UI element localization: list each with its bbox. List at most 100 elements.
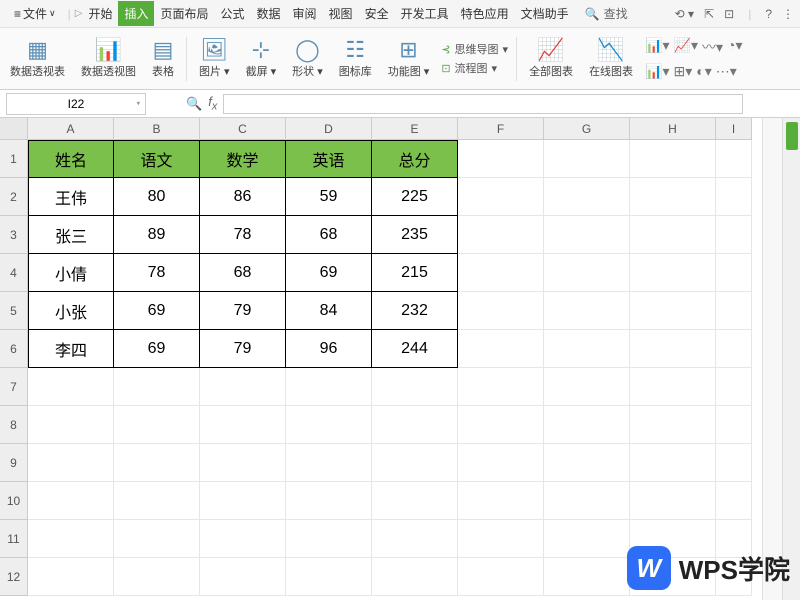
cell-F12[interactable] <box>458 558 544 596</box>
tab-安全[interactable]: 安全 <box>359 1 395 26</box>
cell-E1[interactable]: 总分 <box>372 140 458 178</box>
cell-grid[interactable]: 姓名语文数学英语总分王伟808659225张三897868235小倩786869… <box>28 140 752 596</box>
cell-A6[interactable]: 李四 <box>28 330 114 368</box>
picture-button[interactable]: 🖼图片 ▾ <box>195 37 234 81</box>
cell-I7[interactable] <box>716 368 752 406</box>
col-header-G[interactable]: G <box>544 118 630 140</box>
mini-chart-6-icon[interactable]: ⊞▾ <box>674 63 693 80</box>
col-header-H[interactable]: H <box>630 118 716 140</box>
table-button[interactable]: ▤表格 <box>148 37 178 81</box>
tab-开发工具[interactable]: 开发工具 <box>395 1 455 26</box>
shape-button[interactable]: ◯形状 ▾ <box>288 37 327 81</box>
tab-页面布局[interactable]: 页面布局 <box>154 1 214 26</box>
cell-D11[interactable] <box>286 520 372 558</box>
cell-F11[interactable] <box>458 520 544 558</box>
cell-H2[interactable] <box>630 178 716 216</box>
cell-I5[interactable] <box>716 292 752 330</box>
cell-I2[interactable] <box>716 178 752 216</box>
cell-A7[interactable] <box>28 368 114 406</box>
iconlib-button[interactable]: ☷图标库 <box>335 37 376 81</box>
row-header-11[interactable]: 11 <box>0 520 28 558</box>
cell-I10[interactable] <box>716 482 752 520</box>
cell-A8[interactable] <box>28 406 114 444</box>
cell-I1[interactable] <box>716 140 752 178</box>
cell-G8[interactable] <box>544 406 630 444</box>
cell-G9[interactable] <box>544 444 630 482</box>
cell-C5[interactable]: 79 <box>200 292 286 330</box>
cell-D7[interactable] <box>286 368 372 406</box>
cell-H8[interactable] <box>630 406 716 444</box>
tab-插入[interactable]: 插入 <box>118 1 154 26</box>
cell-G1[interactable] <box>544 140 630 178</box>
cell-B4[interactable]: 78 <box>114 254 200 292</box>
search-box[interactable]: 🔍查找 <box>585 5 628 22</box>
cell-C2[interactable]: 86 <box>200 178 286 216</box>
col-header-B[interactable]: B <box>114 118 200 140</box>
tab-视图[interactable]: 视图 <box>323 1 359 26</box>
cell-A5[interactable]: 小张 <box>28 292 114 330</box>
cell-E7[interactable] <box>372 368 458 406</box>
select-all-corner[interactable] <box>0 118 28 140</box>
all-charts-button[interactable]: 📈全部图表 <box>525 37 577 81</box>
cell-E5[interactable]: 232 <box>372 292 458 330</box>
cell-H10[interactable] <box>630 482 716 520</box>
cell-G3[interactable] <box>544 216 630 254</box>
cell-H5[interactable] <box>630 292 716 330</box>
cell-B2[interactable]: 80 <box>114 178 200 216</box>
tab-公式[interactable]: 公式 <box>215 1 251 26</box>
cell-A3[interactable]: 张三 <box>28 216 114 254</box>
cell-F2[interactable] <box>458 178 544 216</box>
cell-C3[interactable]: 78 <box>200 216 286 254</box>
cell-H7[interactable] <box>630 368 716 406</box>
function-chart-button[interactable]: ⊞功能图 ▾ <box>384 37 434 81</box>
col-header-A[interactable]: A <box>28 118 114 140</box>
zoom-formula-icon[interactable]: 🔍 <box>186 96 202 112</box>
col-header-D[interactable]: D <box>286 118 372 140</box>
cell-I6[interactable] <box>716 330 752 368</box>
cell-B11[interactable] <box>114 520 200 558</box>
cell-C9[interactable] <box>200 444 286 482</box>
cell-H3[interactable] <box>630 216 716 254</box>
formula-input[interactable] <box>223 94 743 114</box>
file-menu[interactable]: ≡ 文件 ∨ <box>6 3 64 24</box>
cell-C8[interactable] <box>200 406 286 444</box>
tab-文档助手[interactable]: 文档助手 <box>515 1 575 26</box>
cell-H4[interactable] <box>630 254 716 292</box>
cell-F7[interactable] <box>458 368 544 406</box>
row-header-12[interactable]: 12 <box>0 558 28 596</box>
col-header-F[interactable]: F <box>458 118 544 140</box>
row-header-4[interactable]: 4 <box>0 254 28 292</box>
row-header-1[interactable]: 1 <box>0 140 28 178</box>
cell-C10[interactable] <box>200 482 286 520</box>
cell-H1[interactable] <box>630 140 716 178</box>
row-header-3[interactable]: 3 <box>0 216 28 254</box>
name-box[interactable]: I22 <box>6 93 146 115</box>
pivot-chart-button[interactable]: 📊数据透视图 <box>77 37 140 81</box>
tab-开始[interactable]: 开始 <box>82 1 118 26</box>
cell-A9[interactable] <box>28 444 114 482</box>
cell-B1[interactable]: 语文 <box>114 140 200 178</box>
cell-C1[interactable]: 数学 <box>200 140 286 178</box>
cell-E6[interactable]: 244 <box>372 330 458 368</box>
row-header-8[interactable]: 8 <box>0 406 28 444</box>
cell-I3[interactable] <box>716 216 752 254</box>
cell-D5[interactable]: 84 <box>286 292 372 330</box>
mini-chart-5-icon[interactable]: 📊▾ <box>645 63 669 80</box>
cell-B8[interactable] <box>114 406 200 444</box>
cell-E9[interactable] <box>372 444 458 482</box>
row-header-10[interactable]: 10 <box>0 482 28 520</box>
cell-B6[interactable]: 69 <box>114 330 200 368</box>
mindmap-button[interactable]: ⊰ 思维导图 ▾ <box>441 41 508 57</box>
cell-C4[interactable]: 68 <box>200 254 286 292</box>
cell-F5[interactable] <box>458 292 544 330</box>
cell-A10[interactable] <box>28 482 114 520</box>
mini-chart-4-icon[interactable]: ◔▾ <box>727 37 742 57</box>
mini-chart-3-icon[interactable]: 〰▾ <box>702 37 723 57</box>
row-header-9[interactable]: 9 <box>0 444 28 482</box>
cell-C12[interactable] <box>200 558 286 596</box>
cell-B7[interactable] <box>114 368 200 406</box>
mini-chart-7-icon[interactable]: ◐▾ <box>696 63 711 80</box>
cell-D9[interactable] <box>286 444 372 482</box>
cell-E11[interactable] <box>372 520 458 558</box>
row-header-7[interactable]: 7 <box>0 368 28 406</box>
